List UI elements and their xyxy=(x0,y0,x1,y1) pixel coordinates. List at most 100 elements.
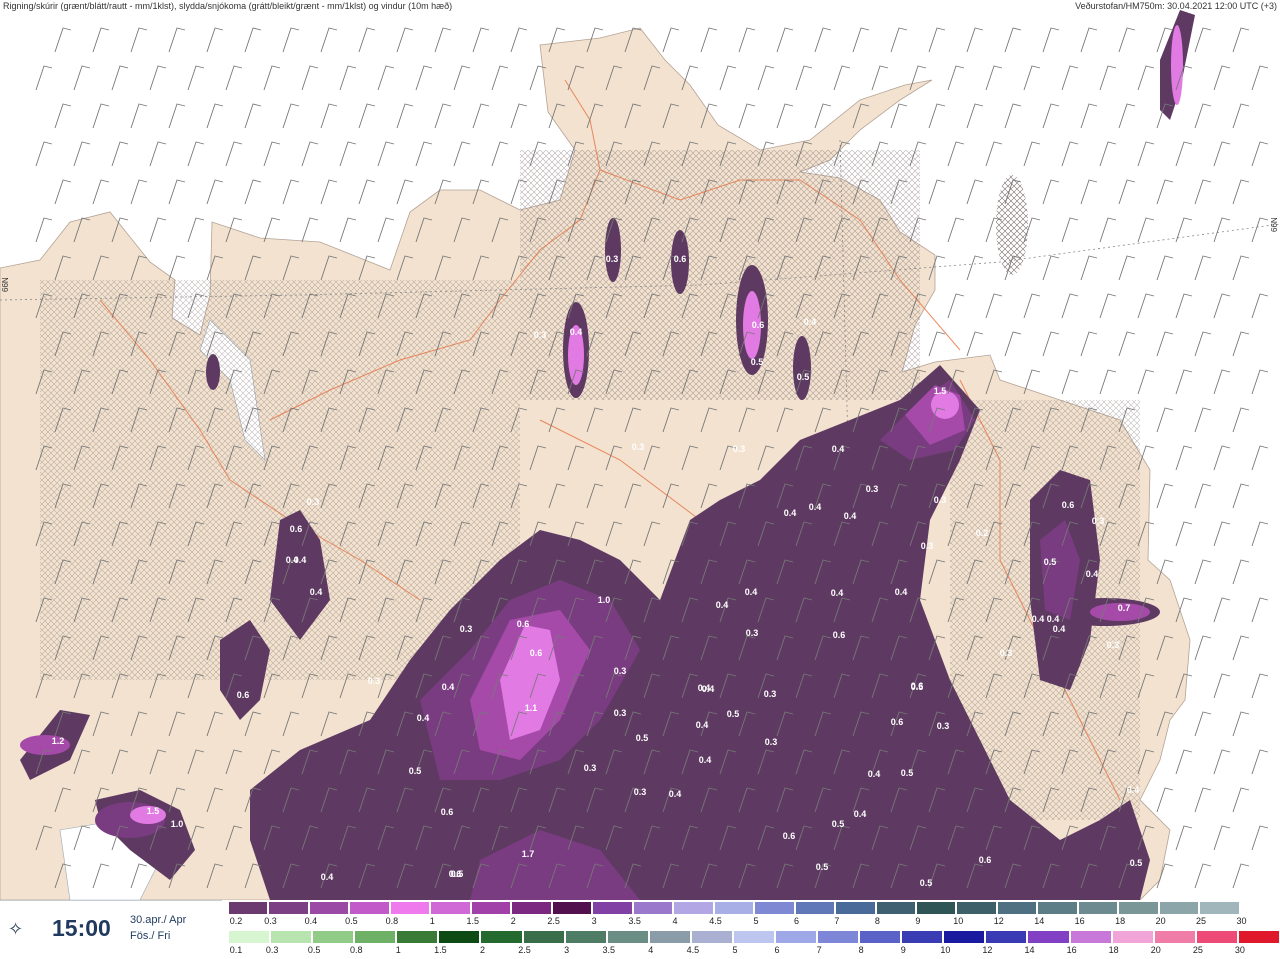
legend-label: 10 xyxy=(940,945,951,955)
latitude-label-right: 66N xyxy=(1270,217,1279,232)
legend-swatch xyxy=(268,901,309,915)
precip-value-label: 0.4 xyxy=(1032,614,1045,624)
legend-swatch xyxy=(354,930,397,944)
precip-value-label: 0.3 xyxy=(307,497,320,507)
legend-swatch xyxy=(551,901,593,915)
precip-value-label: 0.4 xyxy=(417,713,430,723)
legend-swatch xyxy=(632,901,674,915)
precip-value-label: 0.4 xyxy=(895,587,908,597)
time-panel[interactable]: ✧ 15:00 30.apr./ Apr Fös./ Fri xyxy=(0,900,222,959)
legend-label: 10 xyxy=(953,916,964,926)
legend-swatch xyxy=(308,901,350,915)
legend-swatch xyxy=(430,901,471,915)
legend-swatch xyxy=(470,901,512,915)
rain-scale-bar xyxy=(228,930,1280,944)
precip-value-label: 0.4 xyxy=(809,502,822,512)
legend-swatch xyxy=(648,930,691,944)
legend-label: 20 xyxy=(1150,945,1161,955)
precip-value-label: 0.3 xyxy=(764,689,777,699)
precip-value-label: 0.4 xyxy=(286,555,299,565)
legend-swatch xyxy=(1037,901,1078,915)
precip-value-label: 0.4 xyxy=(1086,569,1099,579)
legend-label: 8 xyxy=(874,916,880,926)
legend-swatch xyxy=(901,930,944,944)
precip-value-label: 1.0 xyxy=(171,819,184,829)
legend-swatch xyxy=(396,930,439,944)
precip-value-label: 0.4 xyxy=(832,444,845,454)
precip-value-label: 0.4 xyxy=(321,872,334,882)
precip-value-label: 0.3 xyxy=(733,444,746,454)
precip-value-label: 0.6 xyxy=(441,807,454,817)
precip-value-label: 1.5 xyxy=(147,806,160,816)
legend-swatch xyxy=(943,930,986,944)
precip-value-label: 0.6 xyxy=(911,681,924,691)
legend-label: 0.5 xyxy=(345,916,358,926)
legend-label: 5 xyxy=(753,916,759,926)
legend-label: 0.5 xyxy=(307,945,321,955)
legend-label: 12 xyxy=(993,916,1004,926)
spinner-icon[interactable]: ✧ xyxy=(8,919,23,940)
legend-swatch xyxy=(349,901,390,915)
legend-label: 1 xyxy=(395,945,401,955)
legend-swatch xyxy=(606,930,649,944)
precip-value-label: 0.3 xyxy=(614,708,627,718)
precip-value-label: 0.5 xyxy=(409,766,422,776)
precip-value-label: 0.5 xyxy=(901,768,914,778)
precip-value-label: 0.3 xyxy=(1107,640,1120,650)
precip-value-label: 0.5 xyxy=(832,819,845,829)
precip-value-label: 1.1 xyxy=(525,703,538,713)
legend-swatch xyxy=(1027,930,1070,944)
legend-swatch xyxy=(1069,930,1112,944)
color-legend: 0.2 0.3 0.4 0.5 0.8 1 1.5 2 2.5 3 3.5 4 4.5 5 6 7 8 9 10 12… xyxy=(228,900,1280,958)
precip-value-label: 0.6 xyxy=(530,648,543,658)
weather-map: 0.3 0.4 0.5 0.6 0.3 0.4 0.3 0.5 0.3 0.6 0.4 0.6 0.3 0… xyxy=(0,0,1280,901)
legend-swatch xyxy=(1077,901,1119,915)
precip-value-label: 0.3 xyxy=(921,541,934,551)
precip-value-label: 0.3 xyxy=(534,330,547,340)
legend-swatch xyxy=(1158,901,1200,915)
legend-swatch xyxy=(1199,901,1240,915)
legend-swatch xyxy=(985,930,1028,944)
precip-value-label: 0.3 xyxy=(460,624,473,634)
legend-label: 0.3 xyxy=(265,945,279,955)
map-title: Rigning/skúrir (grænt/blátt/rautt - mm/1… xyxy=(3,1,453,11)
legend-swatch xyxy=(592,901,633,915)
precipitation-map: 0.3 0.4 0.5 0.6 0.3 0.4 0.3 0.5 0.3 0.6 0.4 0.6 0.3 0… xyxy=(0,0,1280,901)
precip-value-label: 0.6 xyxy=(517,619,530,629)
precip-value-label: 0.3 xyxy=(934,495,947,505)
precip-value-label: 0.3 xyxy=(584,763,597,773)
legend-swatch xyxy=(480,930,523,944)
precip-value-label: 1.2 xyxy=(52,736,65,746)
legend-swatch xyxy=(1118,901,1159,915)
precip-value-label: 0.6 xyxy=(979,855,992,865)
precip-value-label: 0.7 xyxy=(1118,603,1131,613)
precip-value-label: 0.5 xyxy=(797,372,810,382)
precip-value-label: 0.5 xyxy=(751,357,764,367)
precip-value-label: 0.4 xyxy=(1127,785,1140,795)
legend-label: 6 xyxy=(793,916,799,926)
legend-swatch xyxy=(732,930,776,944)
legend-swatch xyxy=(1195,930,1238,944)
precip-value-label: 0.6 xyxy=(674,254,687,264)
precip-value-label: 0.4 xyxy=(1047,614,1060,624)
legend-label: 9 xyxy=(900,945,906,955)
legend-label: 0.8 xyxy=(385,916,399,926)
legend-swatch xyxy=(875,901,916,915)
precip-value-label: 0.4 xyxy=(696,720,709,730)
legend-label: 14 xyxy=(1024,945,1035,955)
legend-label: 3 xyxy=(591,916,597,926)
legend-label: 3.5 xyxy=(628,916,641,926)
precip-value-label: 0.4 xyxy=(442,682,455,692)
precip-value-label: 0.6 xyxy=(752,320,765,330)
precip-value-label: 0.4 xyxy=(854,809,867,819)
precip-value-label: 1.5 xyxy=(934,386,947,396)
legend-label: 25 xyxy=(1196,916,1207,926)
legend-label: 0.8 xyxy=(349,945,363,955)
precip-value-label: 0.3 xyxy=(614,666,627,676)
legend-swatch xyxy=(835,901,876,915)
legend-swatch xyxy=(859,930,902,944)
precip-value-label: 0.5 xyxy=(920,878,933,888)
precip-value-label: 0.4 xyxy=(1053,624,1066,634)
legend-swatch xyxy=(713,901,755,915)
precip-value-label: 0.3 xyxy=(368,676,381,686)
